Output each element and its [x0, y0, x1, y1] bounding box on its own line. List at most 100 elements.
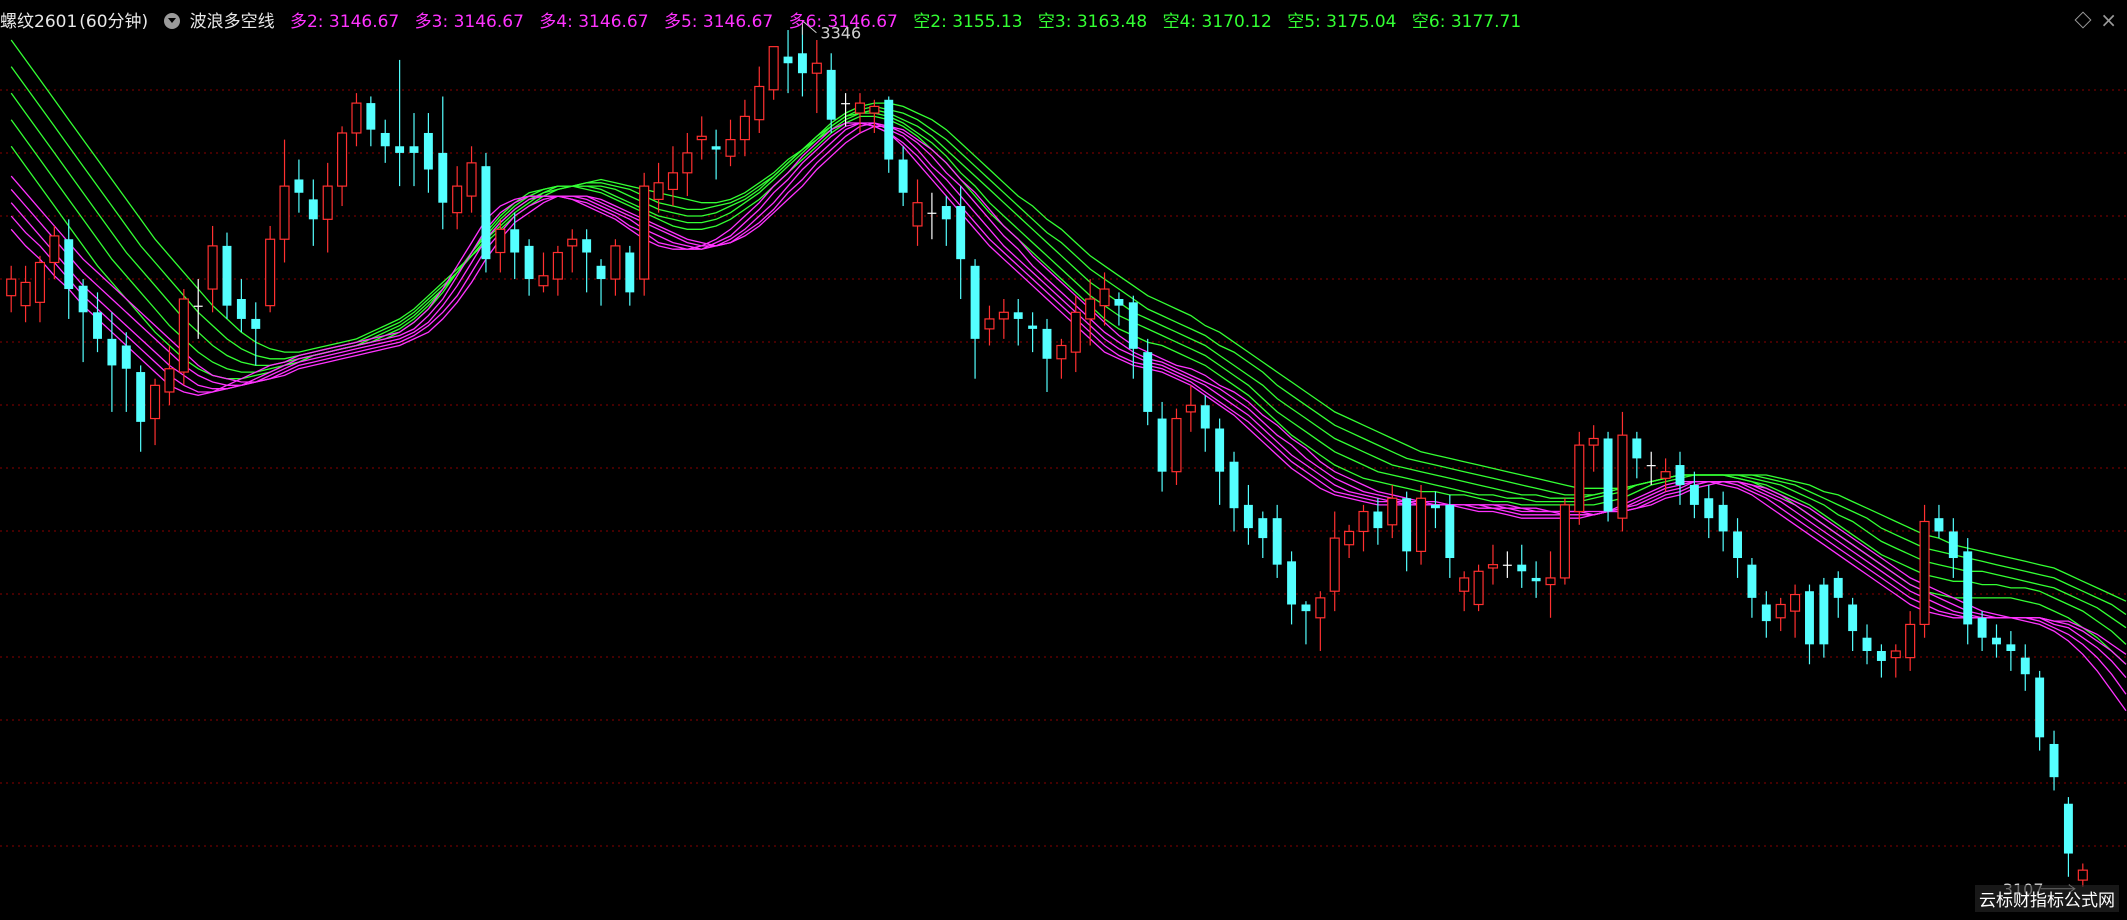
candle	[351, 93, 362, 147]
short-line-6	[10, 39, 2127, 602]
candle	[1559, 498, 1570, 585]
long-value-5: 多5: 3146.67	[663, 12, 774, 32]
candle-body	[2020, 657, 2030, 675]
candle-body	[1559, 504, 1570, 579]
candle	[625, 245, 635, 306]
candle-body	[538, 275, 549, 287]
candle-body	[1689, 484, 1699, 505]
candle-body	[1301, 604, 1311, 612]
candle	[1473, 564, 1484, 612]
candle-body	[93, 312, 102, 339]
candle	[1287, 551, 1297, 625]
candle	[653, 162, 664, 213]
candle-body	[308, 199, 318, 220]
candle	[1430, 491, 1440, 529]
candle-body	[582, 239, 592, 253]
candle-body	[1502, 564, 1512, 566]
candle-body	[610, 245, 621, 280]
candle-body	[1085, 298, 1096, 320]
candle-body	[107, 338, 117, 366]
candle-body	[941, 206, 951, 220]
candle	[783, 30, 793, 94]
period-label[interactable]: (60分钟)	[79, 12, 148, 32]
candle	[754, 66, 765, 133]
candle	[567, 229, 578, 273]
long-value-3: 多3: 3146.67	[414, 12, 524, 32]
candle-body	[2049, 743, 2059, 778]
candle-body	[1445, 504, 1455, 559]
candle-body	[337, 132, 348, 187]
candle	[739, 99, 750, 157]
candle-body	[351, 102, 362, 134]
candle	[984, 305, 995, 346]
candle	[1402, 491, 1412, 572]
candle-body	[2063, 803, 2073, 854]
short-value-5: 空5: 3175.04	[1287, 12, 1397, 32]
candle-body	[1272, 518, 1282, 565]
candle	[236, 279, 246, 333]
candle-body	[1157, 418, 1167, 472]
candle	[1992, 624, 2001, 658]
candle-body	[395, 146, 405, 153]
candle	[1344, 524, 1355, 559]
candle-body	[1805, 591, 1814, 645]
candle	[1315, 591, 1326, 651]
candle	[1704, 484, 1714, 539]
long-value-2: 多2: 3146.67	[289, 12, 400, 32]
candle-body	[322, 185, 333, 220]
candle	[1747, 558, 1757, 618]
candle-body	[1028, 325, 1038, 329]
long-value-4: 多4: 3146.67	[539, 12, 649, 32]
candle-body	[1603, 438, 1613, 512]
candle-body	[567, 238, 578, 247]
candle	[510, 212, 520, 280]
candle	[207, 225, 218, 313]
candle-body	[1775, 603, 1786, 619]
candle-body	[1258, 518, 1268, 539]
candle-body	[1229, 461, 1239, 509]
short-value-4: 空4: 3170.12	[1162, 12, 1272, 32]
candle-body	[1143, 352, 1153, 412]
candle-body	[811, 62, 822, 74]
indicator-header: 螺纹2601 (60分钟) 波浪多空线 多2: 3146.67 多3: 3146.…	[0, 8, 1531, 36]
candle	[1574, 431, 1585, 525]
candle-body	[294, 179, 304, 193]
short-line-4	[10, 92, 2127, 629]
candle	[423, 113, 433, 193]
close-icon[interactable]: ×	[2100, 8, 2117, 32]
candle-body	[1617, 434, 1628, 519]
candle	[711, 129, 721, 180]
candle-body	[841, 103, 851, 105]
candle-body	[1963, 551, 1973, 625]
candle	[1215, 418, 1225, 505]
candle-body	[64, 239, 74, 290]
candle-body	[1761, 604, 1771, 622]
candle	[639, 172, 650, 296]
candle-body	[1185, 404, 1196, 413]
candle-body	[970, 265, 980, 339]
indicator-dropdown-icon[interactable]	[163, 13, 180, 29]
candle-body	[279, 185, 290, 240]
candle-body	[1632, 438, 1642, 459]
indicator-name[interactable]: 波浪多空线	[190, 12, 275, 32]
candle-body	[998, 311, 1009, 320]
candle-body	[1675, 465, 1685, 485]
candle	[941, 196, 951, 246]
candle	[524, 239, 534, 296]
candle-body	[1487, 564, 1499, 569]
candle	[178, 289, 189, 386]
candlestick-chart: 3346 3107	[0, 19, 2127, 899]
candle	[1459, 571, 1470, 612]
candle-body	[121, 345, 131, 369]
annotations-group: 3346 3107	[801, 19, 2076, 899]
candle-body	[1718, 504, 1728, 532]
candle-body	[552, 251, 563, 280]
candle	[2020, 644, 2030, 691]
instrument-title[interactable]: 螺纹2601	[0, 12, 77, 32]
candle	[64, 219, 74, 319]
candle	[1919, 504, 1930, 638]
candle	[898, 146, 908, 207]
candle-body	[6, 278, 17, 297]
price-gridlines	[0, 89, 2127, 847]
candle-body	[1287, 561, 1297, 605]
